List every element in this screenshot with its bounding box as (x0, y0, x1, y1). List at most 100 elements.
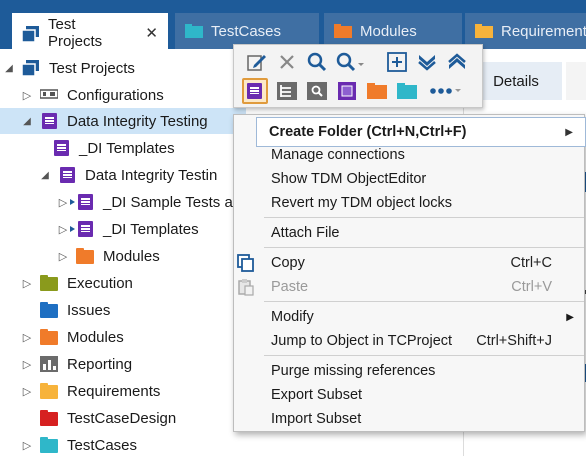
close-icon[interactable]: ✕ (145, 24, 158, 42)
tree-item-issues[interactable]: Issues (20, 297, 110, 323)
create-folder-button[interactable] (242, 78, 268, 104)
chevron-down-icon[interactable]: ◢ (20, 116, 34, 127)
tree-item-testcases[interactable]: ▷ TestCases (20, 432, 137, 456)
tree-structure-icon[interactable] (274, 78, 300, 104)
tree-item-modules-sub[interactable]: ▷ Modules (56, 243, 160, 269)
tree-item-testcasedesign[interactable]: TestCaseDesign (20, 405, 176, 431)
more-icon[interactable] (428, 78, 466, 104)
module-icon (70, 221, 94, 237)
copy-icon (237, 254, 255, 272)
tree-item-di-sample-tests[interactable]: ▷ _DI Sample Tests a (56, 189, 233, 215)
submenu-arrow-icon: ▶ (565, 126, 573, 138)
chevron-right-icon[interactable]: ▷ (20, 385, 34, 398)
menu-separator (264, 355, 584, 356)
tree-label: Requirements (67, 382, 161, 400)
tree-label: Data Integrity Testin (85, 166, 218, 184)
paste-icon (237, 278, 255, 296)
tab-strip: Test Projects ✕ TestCases Modules Requir… (0, 0, 586, 53)
tab-requirements[interactable]: Requirements (465, 13, 586, 49)
tab-details[interactable]: Details (470, 62, 562, 100)
orange-folder-icon[interactable] (364, 78, 390, 104)
tree-item-reporting[interactable]: ▷ Reporting (20, 351, 132, 377)
module-icon (70, 194, 94, 210)
tree-label: Modules (103, 247, 160, 265)
chevron-right-icon[interactable]: ▷ (56, 250, 70, 263)
chevron-right-icon[interactable]: ▷ (20, 358, 34, 371)
chevron-right-icon[interactable]: ▷ (20, 331, 34, 344)
menu-item-export-subset[interactable]: Export Subset (234, 383, 586, 407)
test-projects-icon (21, 26, 40, 43)
chevron-down-icon[interactable]: ◢ (38, 170, 52, 181)
tree-label: _DI Templates (103, 220, 199, 238)
menu-item-copy[interactable]: Copy Ctrl+C (234, 251, 586, 275)
reporting-icon (40, 356, 58, 372)
tree-item-di-templates-2[interactable]: ▷ _DI Templates (56, 216, 199, 242)
tree-item-requirements[interactable]: ▷ Requirements (20, 378, 161, 404)
tab-label: Test Projects (48, 16, 103, 50)
module-icon (52, 140, 70, 156)
menu-item-purge-missing-references[interactable]: Purge missing references (234, 359, 586, 383)
configurations-icon (39, 87, 59, 103)
teal-folder-icon (40, 437, 58, 453)
chevron-right-icon[interactable]: ▷ (56, 223, 70, 236)
menu-item-show-tdm-objecteditor[interactable]: Show TDM ObjectEditor (234, 167, 586, 191)
chevron-right-icon[interactable]: ▷ (20, 439, 34, 452)
menu-item-revert-tdm-locks[interactable]: Revert my TDM object locks (234, 191, 586, 215)
issues-folder-icon (40, 302, 58, 318)
find-folder-icon[interactable] (304, 78, 330, 104)
add-icon[interactable] (384, 49, 410, 75)
submenu-arrow-icon: ▶ (566, 311, 574, 323)
tree-label: Execution (67, 274, 133, 292)
next-tab-stub[interactable] (566, 62, 586, 100)
orange-folder-icon (334, 24, 352, 38)
menu-item-attach-file[interactable]: Attach File (234, 221, 586, 245)
orange-folder-icon (76, 248, 94, 264)
expand-all-icon[interactable] (444, 49, 470, 75)
module-icon[interactable] (334, 78, 360, 104)
chevron-down-icon[interactable]: ◢ (2, 63, 16, 74)
tree-label: Modules (67, 328, 124, 346)
module-icon (40, 113, 58, 129)
tree-item-di-templates[interactable]: _DI Templates (52, 135, 175, 161)
yellow-folder-icon (40, 383, 58, 399)
tab-label: Modules (360, 22, 417, 40)
search-icon[interactable] (304, 49, 330, 75)
tree-label: _DI Templates (79, 139, 175, 157)
tree-item-data-integrity-testing[interactable]: ◢ Data Integrity Testing (0, 108, 246, 134)
menu-item-import-subset[interactable]: Import Subset (234, 407, 586, 431)
edit-icon[interactable] (244, 49, 270, 75)
menu-item-paste[interactable]: Paste Ctrl+V (234, 275, 586, 299)
chevron-right-icon[interactable]: ▷ (20, 89, 34, 102)
menu-item-modify[interactable]: Modify ▶ (234, 305, 586, 329)
chevron-right-icon[interactable]: ▷ (20, 277, 34, 290)
search-dropdown-icon[interactable] (334, 49, 368, 75)
tree-label: _DI Sample Tests a (103, 193, 233, 211)
tree-item-data-integrity-testin[interactable]: ◢ Data Integrity Testin (38, 162, 217, 188)
tree-label: Data Integrity Testing (67, 112, 208, 130)
collapse-all-icon[interactable] (414, 49, 440, 75)
quick-toolbar (233, 44, 483, 108)
create-folder-icon (247, 83, 263, 99)
menu-separator (264, 301, 584, 302)
tab-test-projects[interactable]: Test Projects ✕ (12, 13, 168, 53)
test-projects-icon (21, 60, 40, 77)
menu-item-manage-connections[interactable]: Manage connections (234, 143, 586, 167)
tree-label: Issues (67, 301, 111, 319)
menu-item-jump-to-object[interactable]: Jump to Object in TCProject Ctrl+Shift+J (234, 329, 586, 353)
tree-label: TestCases (67, 436, 138, 454)
teal-folder-icon[interactable] (394, 78, 420, 104)
tree-label: Configurations (67, 86, 164, 104)
tree-item-modules[interactable]: ▷ Modules (20, 324, 124, 350)
tree-label: Test Projects (49, 59, 135, 77)
tree-item-execution[interactable]: ▷ Execution (20, 270, 133, 296)
yellow-folder-icon (475, 24, 493, 38)
delete-icon[interactable] (274, 49, 300, 75)
module-icon (58, 167, 76, 183)
tree-item-configurations[interactable]: ▷ Configurations (20, 82, 164, 108)
tree-label: TestCaseDesign (67, 409, 177, 427)
tree-label: Reporting (67, 355, 133, 373)
chevron-right-icon[interactable]: ▷ (56, 196, 70, 209)
tree-root[interactable]: ◢ Test Projects (2, 55, 135, 81)
context-menu: Create Folder (Ctrl+N,Ctrl+F) ▶ Manage c… (233, 114, 586, 432)
teal-folder-icon (185, 24, 203, 38)
